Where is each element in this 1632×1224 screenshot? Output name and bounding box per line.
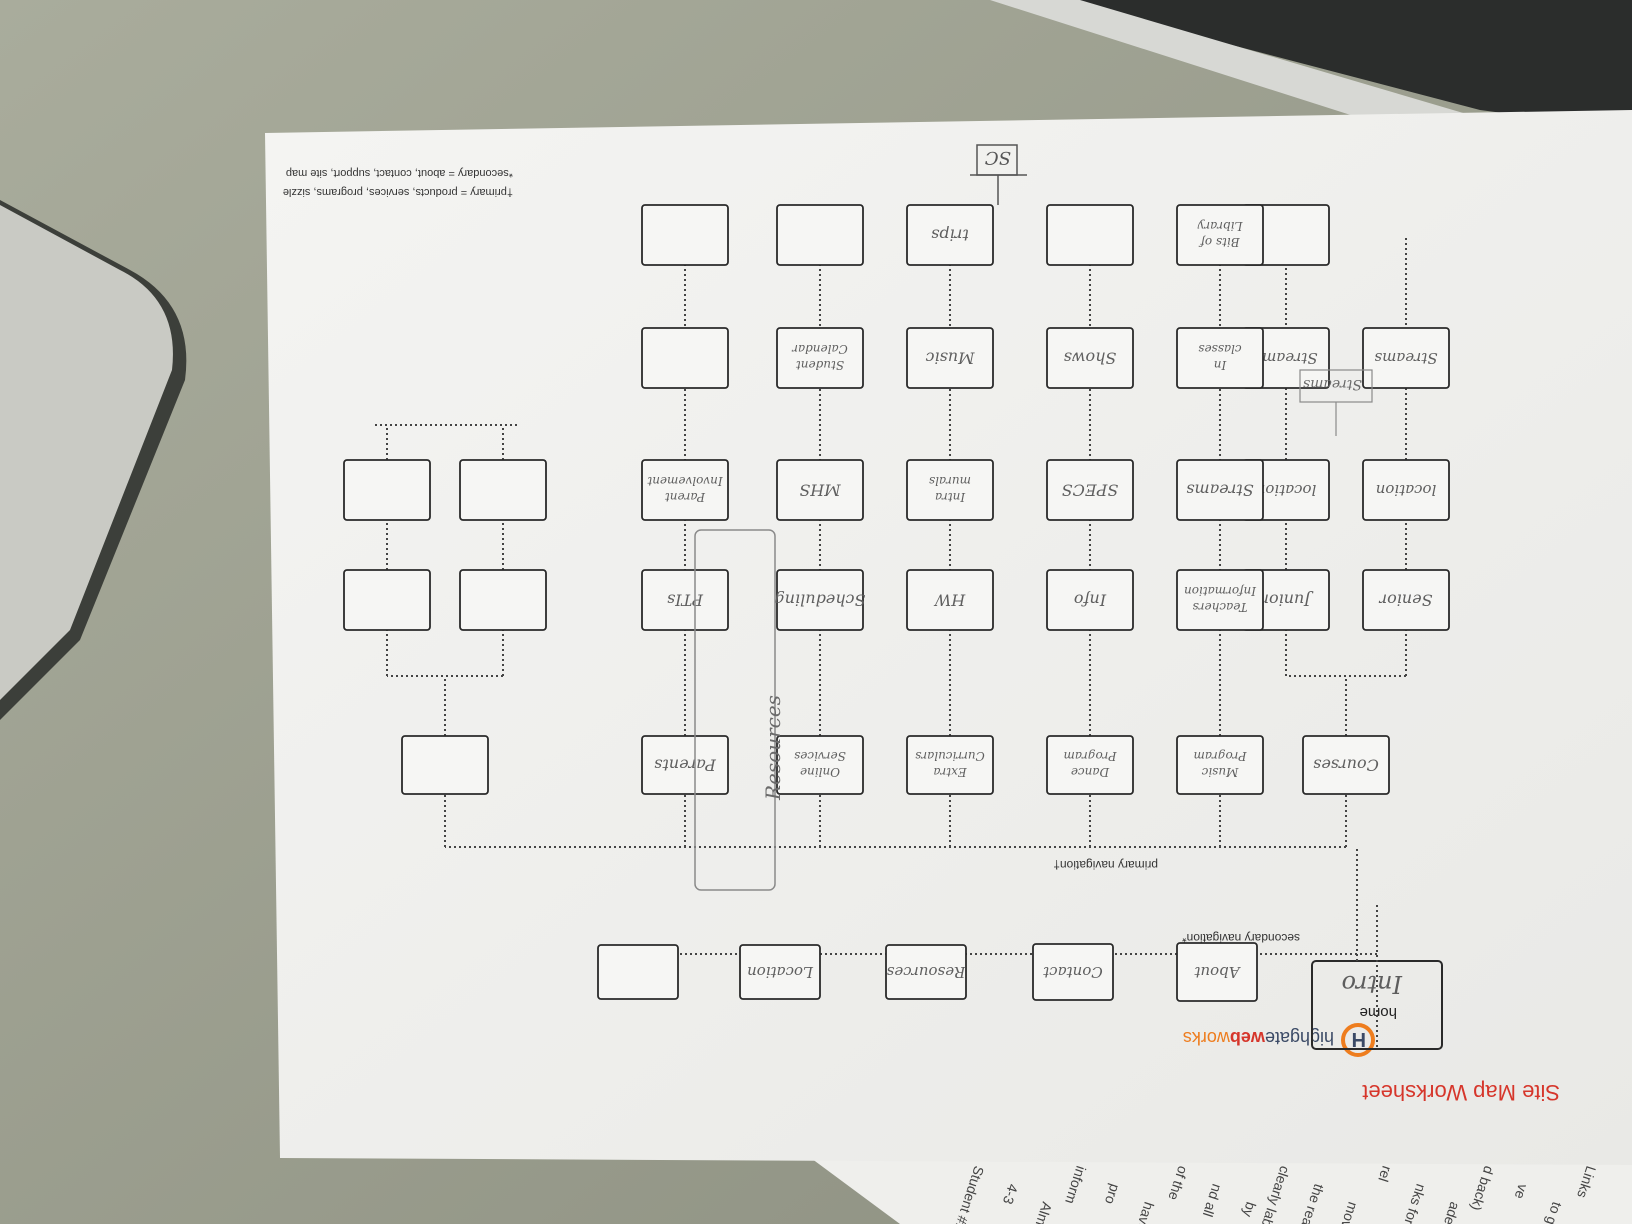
primary-nav-1-label-line: Courses — [1313, 756, 1379, 775]
brand-suffix: works — [1183, 1028, 1231, 1048]
primary-nav-3-label-line: Dance — [1071, 765, 1110, 779]
primary-nav-1-label: Courses — [1313, 756, 1379, 775]
streams-note: Streams — [1303, 376, 1362, 392]
primary-nav-3-sub-3-label: Shows — [1064, 349, 1117, 368]
secondary-nav-2-label: Contact — [1042, 963, 1103, 981]
secondary-nav-1-label-line: About — [1193, 963, 1241, 981]
primary-nav-label: primary navigation† — [1053, 858, 1158, 872]
primary-nav-7-box — [401, 735, 489, 795]
primary-nav-2-sub-3-box — [1176, 327, 1264, 389]
primary-nav-5-sub-1-label-line: Scheduling — [774, 591, 865, 610]
footnote-secondary: *secondary = about, contact, support, si… — [286, 167, 513, 179]
primary-nav-7-child-2-box — [343, 569, 431, 631]
primary-nav-1-child-1-item-1-label: location — [1376, 481, 1437, 499]
primary-nav-4-box — [906, 735, 994, 795]
primary-nav-1-child-2-label-line: Junior — [1260, 591, 1314, 610]
primary-nav-4-sub-4-label: trips — [931, 226, 969, 245]
primary-nav-1-child-1-item-1-label-line: location — [1376, 481, 1437, 499]
primary-nav-5-sub-1-label: Scheduling — [774, 591, 865, 610]
primary-nav-1-child-1-item-2-label-line: Streams — [1374, 349, 1438, 367]
secondary-nav-3-label-line: Resources — [886, 963, 966, 981]
primary-nav-3-sub-2-label: SPECS — [1062, 481, 1119, 500]
primary-nav-1-child-1-label: Senior — [1378, 591, 1432, 610]
primary-nav-4-label-line: Curriculars — [915, 749, 985, 763]
primary-nav-5-label-line: Services — [794, 749, 846, 763]
primary-nav-7-child-1-item-1-box — [459, 459, 547, 521]
primary-nav-3-sub-1-label: Info — [1074, 591, 1107, 610]
photo-canvas: Student #:4-3Almostinformprohave beenof … — [0, 0, 1632, 1224]
primary-nav-3-sub-2-label-line: SPECS — [1062, 481, 1119, 500]
primary-nav-6-label: Parents — [654, 756, 717, 775]
primary-nav-5-sub-3-label-line: Student — [796, 358, 844, 372]
primary-nav-4-sub-2-box — [906, 459, 994, 521]
primary-nav-2-box — [1176, 735, 1264, 795]
primary-nav-5-sub-3-label-line: Calendar — [791, 342, 848, 356]
site-map-worksheet-photo: Student #:4-3Almostinformprohave beenof … — [0, 0, 1632, 1224]
primary-nav-5-sub-2-label: MHS — [799, 481, 841, 500]
primary-nav-4-label-line: Extra — [933, 765, 967, 779]
secondary-nav-4-label-line: Location — [747, 963, 814, 981]
primary-nav-7-child-2-item-1-box — [343, 459, 431, 521]
primary-nav-2-sub-1-label-line: Information — [1184, 584, 1257, 598]
primary-nav-6-sub-1-label: PTIs — [667, 591, 704, 610]
primary-nav-2-label-line: Program — [1194, 749, 1248, 763]
primary-nav-6-sub-2-label-line: Parent — [665, 490, 706, 504]
worksheet-paper — [265, 110, 1632, 1165]
brand-accent: web — [1230, 1028, 1266, 1048]
primary-nav-4-sub-2-label-line: murals — [929, 474, 971, 488]
secondary-nav-5-box — [597, 944, 679, 1000]
primary-nav-5-label-line: Online — [800, 765, 840, 779]
worksheet-title: Site Map Worksheet — [1362, 1080, 1560, 1105]
secondary-nav-4-label: Location — [747, 963, 814, 981]
primary-nav-5-sub-4-box — [776, 204, 864, 266]
primary-nav-6-sub-2-label-line: Involvement — [647, 474, 723, 488]
primary-nav-2-sub-3-label-line: classes — [1198, 342, 1241, 356]
primary-nav-4-sub-3-label: Music — [925, 349, 975, 368]
primary-nav-2-sub-2-label-line: Streams — [1186, 481, 1253, 500]
sc-label: SC — [985, 147, 1011, 168]
footnote-primary: †primary = products, services, programs,… — [283, 186, 513, 198]
primary-nav-2-label-line: Music — [1201, 765, 1239, 779]
primary-nav-2-sub-4-label-line: Library — [1197, 219, 1243, 233]
brand-prefix: highgate — [1265, 1028, 1334, 1048]
primary-nav-7-child-1-box — [459, 569, 547, 631]
primary-nav-2-sub-4-box — [1176, 204, 1264, 266]
primary-nav-2-sub-4-label-line: Bits of — [1198, 235, 1241, 249]
primary-nav-6-sub-2-box — [641, 459, 729, 521]
primary-nav-3-sub-1-label-line: Info — [1074, 591, 1107, 610]
primary-nav-5-sub-2-label-line: MHS — [799, 481, 841, 500]
primary-nav-3-sub-4-box — [1046, 204, 1134, 266]
primary-nav-1-child-1-label-line: Senior — [1378, 591, 1432, 610]
primary-nav-5-box — [776, 735, 864, 795]
primary-nav-2-sub-1-box — [1176, 569, 1264, 631]
home-label: home — [1359, 1004, 1397, 1021]
primary-nav-3-box — [1046, 735, 1134, 795]
primary-nav-6-label-line: Parents — [654, 756, 717, 775]
primary-nav-4-sub-3-label-line: Music — [925, 349, 975, 368]
primary-nav-2-sub-1-label-line: Teachers — [1193, 600, 1248, 614]
primary-nav-6-sub-4-box — [641, 204, 729, 266]
primary-nav-5-sub-3-box — [776, 327, 864, 389]
primary-nav-6-sub-3-box — [641, 327, 729, 389]
primary-nav-1-child-2-label: Junior — [1260, 591, 1314, 610]
primary-nav-3-sub-3-label-line: Shows — [1064, 349, 1117, 368]
primary-nav-4-sub-4-label-line: trips — [931, 226, 969, 245]
resources-group-label: Resources — [761, 695, 785, 801]
primary-nav-1-child-2-item-1-label-line: location — [1256, 481, 1317, 499]
secondary-nav-3-label: Resources — [886, 963, 966, 981]
primary-nav-4-sub-2-label-line: Intra — [935, 490, 966, 504]
secondary-nav-1-label: About — [1193, 963, 1241, 981]
home-handwritten: Intro — [1341, 970, 1403, 998]
primary-nav-1-child-1-item-2-label: Streams — [1374, 349, 1438, 367]
primary-nav-2-sub-3-label-line: In — [1214, 358, 1227, 372]
primary-nav-2-sub-2-label: Streams — [1186, 481, 1253, 500]
primary-nav-1-child-2-item-1-label: location — [1256, 481, 1317, 499]
primary-nav-6-sub-1-label-line: PTIs — [667, 591, 704, 610]
primary-nav-4-sub-1-label-line: HW — [933, 591, 966, 610]
primary-nav-3-label-line: Program — [1064, 749, 1118, 763]
logo-h-mark: H — [1352, 1028, 1366, 1050]
primary-nav-4-sub-1-label: HW — [933, 591, 966, 610]
secondary-nav-2-label-line: Contact — [1042, 963, 1103, 981]
